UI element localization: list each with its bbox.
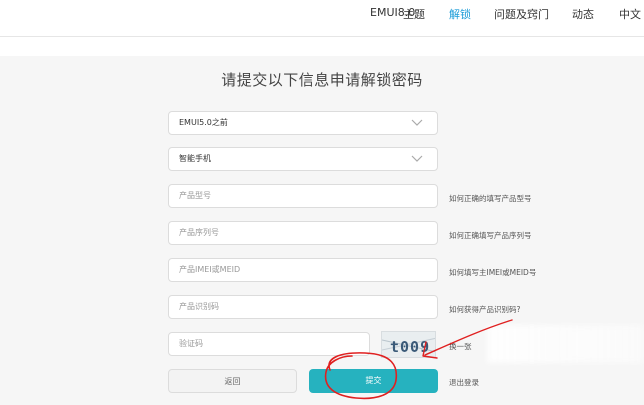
emui-version-select[interactable]: EMUI5.0之前 xyxy=(168,111,438,135)
serial-number-input[interactable]: 产品序列号 xyxy=(168,221,438,245)
emui-version-value: EMUI5.0之前 xyxy=(179,118,228,127)
logout-link[interactable]: 退出登录 xyxy=(449,377,479,388)
page-title: 请提交以下信息申请解锁密码 xyxy=(221,71,423,89)
imei-input[interactable]: 产品IMEI或MEID xyxy=(168,258,438,282)
serial-number-help-link[interactable]: 如何正确填写产品序列号 xyxy=(449,230,532,241)
nav-item-unlock[interactable]: 解锁 xyxy=(449,6,471,22)
product-id-placeholder: 产品识别码 xyxy=(179,302,219,311)
captcha-placeholder: 验证码 xyxy=(179,339,203,348)
back-button[interactable]: 返回 xyxy=(168,369,297,393)
chevron-down-icon xyxy=(411,155,423,162)
device-type-value: 智能手机 xyxy=(179,154,211,163)
device-type-select[interactable]: 智能手机 xyxy=(168,147,438,171)
captcha-input[interactable]: 验证码 xyxy=(168,332,370,356)
product-id-input[interactable]: 产品识别码 xyxy=(168,295,438,319)
serial-number-placeholder: 产品序列号 xyxy=(179,228,219,237)
imei-help-link[interactable]: 如何填写主IMEI或MEID号 xyxy=(449,267,536,278)
chevron-down-icon xyxy=(411,119,423,126)
refresh-captcha-link[interactable]: 换一张 xyxy=(449,341,472,352)
captcha-noise: t009 xyxy=(382,337,435,356)
submit-button[interactable]: 提交 xyxy=(309,369,438,393)
captcha-text: t009 xyxy=(390,338,430,356)
product-id-help-link[interactable]: 如何获得产品识别码? xyxy=(449,304,520,315)
nav-item-tips[interactable]: 问题及窍门 xyxy=(494,6,549,22)
imei-placeholder: 产品IMEI或MEID xyxy=(179,265,241,274)
captcha-image[interactable]: t009 xyxy=(381,331,436,358)
product-model-help-link[interactable]: 如何正确的填写产品型号 xyxy=(449,193,532,204)
nav-item-themes[interactable]: 主题 xyxy=(403,6,425,22)
nav-item-language[interactable]: 中文 xyxy=(619,6,641,22)
top-navigation: EMUI8.0 主题 解锁 问题及窍门 动态 中文 xyxy=(0,0,644,30)
blurred-region xyxy=(487,325,644,363)
product-model-input[interactable]: 产品型号 xyxy=(168,184,438,208)
nav-item-news[interactable]: 动态 xyxy=(572,6,594,22)
header-divider xyxy=(0,36,644,37)
product-model-placeholder: 产品型号 xyxy=(179,191,211,200)
